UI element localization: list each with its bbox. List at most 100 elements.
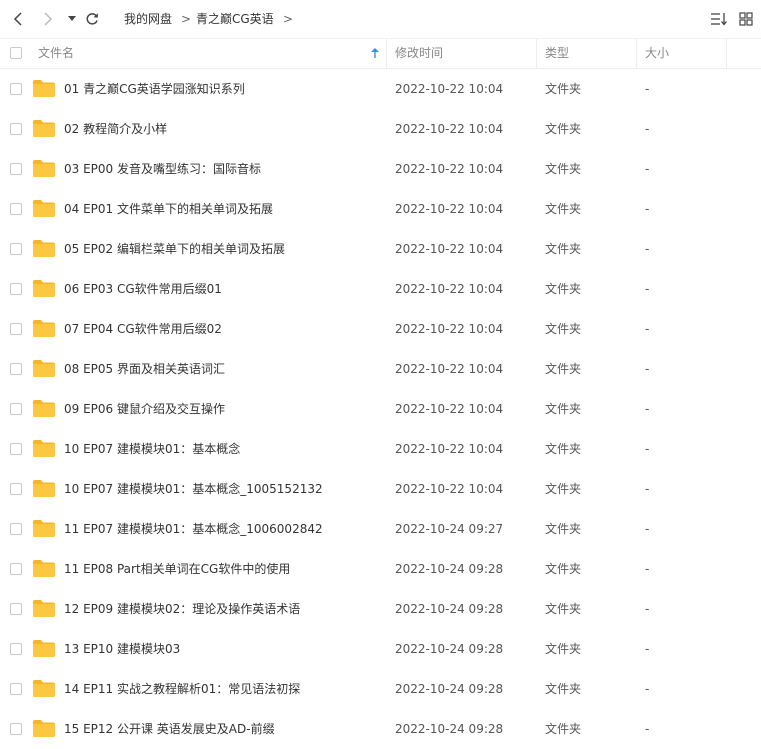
- breadcrumb-item-root[interactable]: 我的网盘: [124, 10, 172, 28]
- row-checkbox[interactable]: [10, 443, 22, 455]
- file-row[interactable]: 05 EP02 编辑栏菜单下的相关单词及拓展 2022-10-22 10:04 文件…: [0, 229, 761, 269]
- file-type: 文件夹: [545, 322, 582, 336]
- file-name[interactable]: 03 EP00 发音及嘴型练习：国际音标: [64, 160, 261, 178]
- file-name[interactable]: 15 EP12 公开课 英语发展史及AD-前缀: [64, 720, 275, 738]
- select-all-checkbox[interactable]: [10, 47, 22, 59]
- file-type: 文件夹: [545, 682, 582, 696]
- folder-icon: [33, 480, 55, 497]
- file-size: -: [645, 242, 650, 256]
- file-type: 文件夹: [545, 442, 582, 456]
- file-row[interactable]: 04 EP01 文件菜单下的相关单词及拓展 2022-10-22 10:04 文件夹…: [0, 189, 761, 229]
- file-name[interactable]: 13 EP10 建模模块03: [64, 640, 180, 658]
- column-divider[interactable]: [386, 39, 387, 68]
- file-row[interactable]: 03 EP00 发音及嘴型练习：国际音标 2022-10-22 10:04 文件夹 -: [0, 149, 761, 189]
- forward-button[interactable]: [40, 8, 56, 30]
- back-button[interactable]: [10, 8, 26, 30]
- row-checkbox[interactable]: [10, 363, 22, 375]
- grid-view-button[interactable]: [737, 8, 755, 30]
- file-row[interactable]: 11 EP07 建模模块01：基本概念_1006002842 2022-10-24…: [0, 509, 761, 549]
- file-name[interactable]: 14 EP11 实战之教程解析01：常见语法初探: [64, 680, 300, 698]
- file-name[interactable]: 09 EP06 键鼠介绍及交互操作: [64, 400, 225, 418]
- chevron-right-icon: [44, 12, 53, 26]
- file-modified-time: 2022-10-22 10:04: [395, 482, 504, 496]
- arrow-up-icon[interactable]: [371, 48, 379, 58]
- file-name[interactable]: 12 EP09 建模模块02：理论及操作英语术语: [64, 600, 300, 618]
- breadcrumb-item-current[interactable]: 青之巅CG英语: [196, 10, 274, 28]
- file-type: 文件夹: [545, 82, 582, 96]
- column-header-size[interactable]: 大小: [645, 39, 669, 68]
- folder-icon: [33, 120, 55, 137]
- history-dropdown-button[interactable]: [66, 8, 78, 30]
- file-modified-time: 2022-10-22 10:04: [395, 122, 504, 136]
- column-divider[interactable]: [726, 39, 727, 68]
- row-checkbox[interactable]: [10, 203, 22, 215]
- sort-button[interactable]: [709, 8, 729, 30]
- file-row[interactable]: 13 EP10 建模模块03 2022-10-24 09:28 文件夹 -: [0, 629, 761, 669]
- row-checkbox[interactable]: [10, 523, 22, 535]
- file-name[interactable]: 11 EP07 建模模块01：基本概念_1006002842: [64, 520, 323, 538]
- row-checkbox[interactable]: [10, 563, 22, 575]
- breadcrumb-separator: >: [283, 12, 294, 26]
- file-row[interactable]: 12 EP09 建模模块02：理论及操作英语术语 2022-10-24 09:28…: [0, 589, 761, 629]
- file-row[interactable]: 08 EP05 界面及相关英语词汇 2022-10-22 10:04 文件夹 -: [0, 349, 761, 389]
- file-type: 文件夹: [545, 362, 582, 376]
- row-checkbox[interactable]: [10, 163, 22, 175]
- file-name[interactable]: 10 EP07 建模模块01：基本概念: [64, 440, 240, 458]
- file-name[interactable]: 11 EP08 Part相关单词在CG软件中的使用: [64, 560, 290, 578]
- column-divider[interactable]: [536, 39, 537, 68]
- file-type: 文件夹: [545, 402, 582, 416]
- toolbar: 我的网盘 > 青之巅CG英语 >: [0, 0, 761, 38]
- file-size: -: [645, 722, 650, 736]
- file-modified-time: 2022-10-24 09:28: [395, 602, 504, 616]
- folder-icon: [33, 520, 55, 537]
- folder-icon: [33, 600, 55, 617]
- file-size: -: [645, 602, 650, 616]
- file-name[interactable]: 04 EP01 文件菜单下的相关单词及拓展: [64, 200, 273, 218]
- file-name[interactable]: 01 青之巅CG英语学园涨知识系列: [64, 80, 245, 98]
- file-row[interactable]: 10 EP07 建模模块01：基本概念_1005152132 2022-10-22…: [0, 469, 761, 509]
- column-header-modified[interactable]: 修改时间: [395, 39, 443, 68]
- row-checkbox[interactable]: [10, 323, 22, 335]
- row-checkbox[interactable]: [10, 123, 22, 135]
- folder-icon: [33, 280, 55, 297]
- column-divider[interactable]: [636, 39, 637, 68]
- file-row[interactable]: 10 EP07 建模模块01：基本概念 2022-10-22 10:04 文件夹 -: [0, 429, 761, 469]
- row-checkbox[interactable]: [10, 83, 22, 95]
- row-checkbox[interactable]: [10, 683, 22, 695]
- file-name[interactable]: 05 EP02 编辑栏菜单下的相关单词及拓展: [64, 240, 285, 258]
- file-name[interactable]: 10 EP07 建模模块01：基本概念_1005152132: [64, 480, 323, 498]
- file-modified-time: 2022-10-24 09:28: [395, 562, 504, 576]
- row-checkbox[interactable]: [10, 603, 22, 615]
- file-row[interactable]: 09 EP06 键鼠介绍及交互操作 2022-10-22 10:04 文件夹 -: [0, 389, 761, 429]
- folder-icon: [33, 160, 55, 177]
- column-header-name[interactable]: 文件名: [38, 39, 74, 68]
- row-checkbox[interactable]: [10, 403, 22, 415]
- file-size: -: [645, 322, 650, 336]
- file-type: 文件夹: [545, 522, 582, 536]
- file-modified-time: 2022-10-22 10:04: [395, 442, 504, 456]
- file-name[interactable]: 08 EP05 界面及相关英语词汇: [64, 360, 225, 378]
- file-name[interactable]: 07 EP04 CG软件常用后缀02: [64, 320, 222, 338]
- file-name[interactable]: 06 EP03 CG软件常用后缀01: [64, 280, 222, 298]
- column-header-type[interactable]: 类型: [545, 39, 569, 68]
- file-type: 文件夹: [545, 122, 582, 136]
- folder-icon: [33, 320, 55, 337]
- file-row[interactable]: 01 青之巅CG英语学园涨知识系列 2022-10-22 10:04 文件夹 -: [0, 69, 761, 109]
- file-modified-time: 2022-10-22 10:04: [395, 242, 504, 256]
- file-modified-time: 2022-10-24 09:28: [395, 722, 504, 736]
- file-row[interactable]: 06 EP03 CG软件常用后缀01 2022-10-22 10:04 文件夹 -: [0, 269, 761, 309]
- file-modified-time: 2022-10-22 10:04: [395, 322, 504, 336]
- file-row[interactable]: 14 EP11 实战之教程解析01：常见语法初探 2022-10-24 09:28…: [0, 669, 761, 709]
- row-checkbox[interactable]: [10, 643, 22, 655]
- row-checkbox[interactable]: [10, 243, 22, 255]
- file-row[interactable]: 07 EP04 CG软件常用后缀02 2022-10-22 10:04 文件夹 -: [0, 309, 761, 349]
- file-size: -: [645, 562, 650, 576]
- row-checkbox[interactable]: [10, 483, 22, 495]
- file-row[interactable]: 11 EP08 Part相关单词在CG软件中的使用 2022-10-24 09:2…: [0, 549, 761, 589]
- row-checkbox[interactable]: [10, 283, 22, 295]
- refresh-button[interactable]: [83, 8, 101, 30]
- file-row[interactable]: 15 EP12 公开课 英语发展史及AD-前缀 2022-10-24 09:28 文…: [0, 709, 761, 749]
- file-row[interactable]: 02 教程简介及小样 2022-10-22 10:04 文件夹 -: [0, 109, 761, 149]
- row-checkbox[interactable]: [10, 723, 22, 735]
- file-name[interactable]: 02 教程简介及小样: [64, 120, 167, 138]
